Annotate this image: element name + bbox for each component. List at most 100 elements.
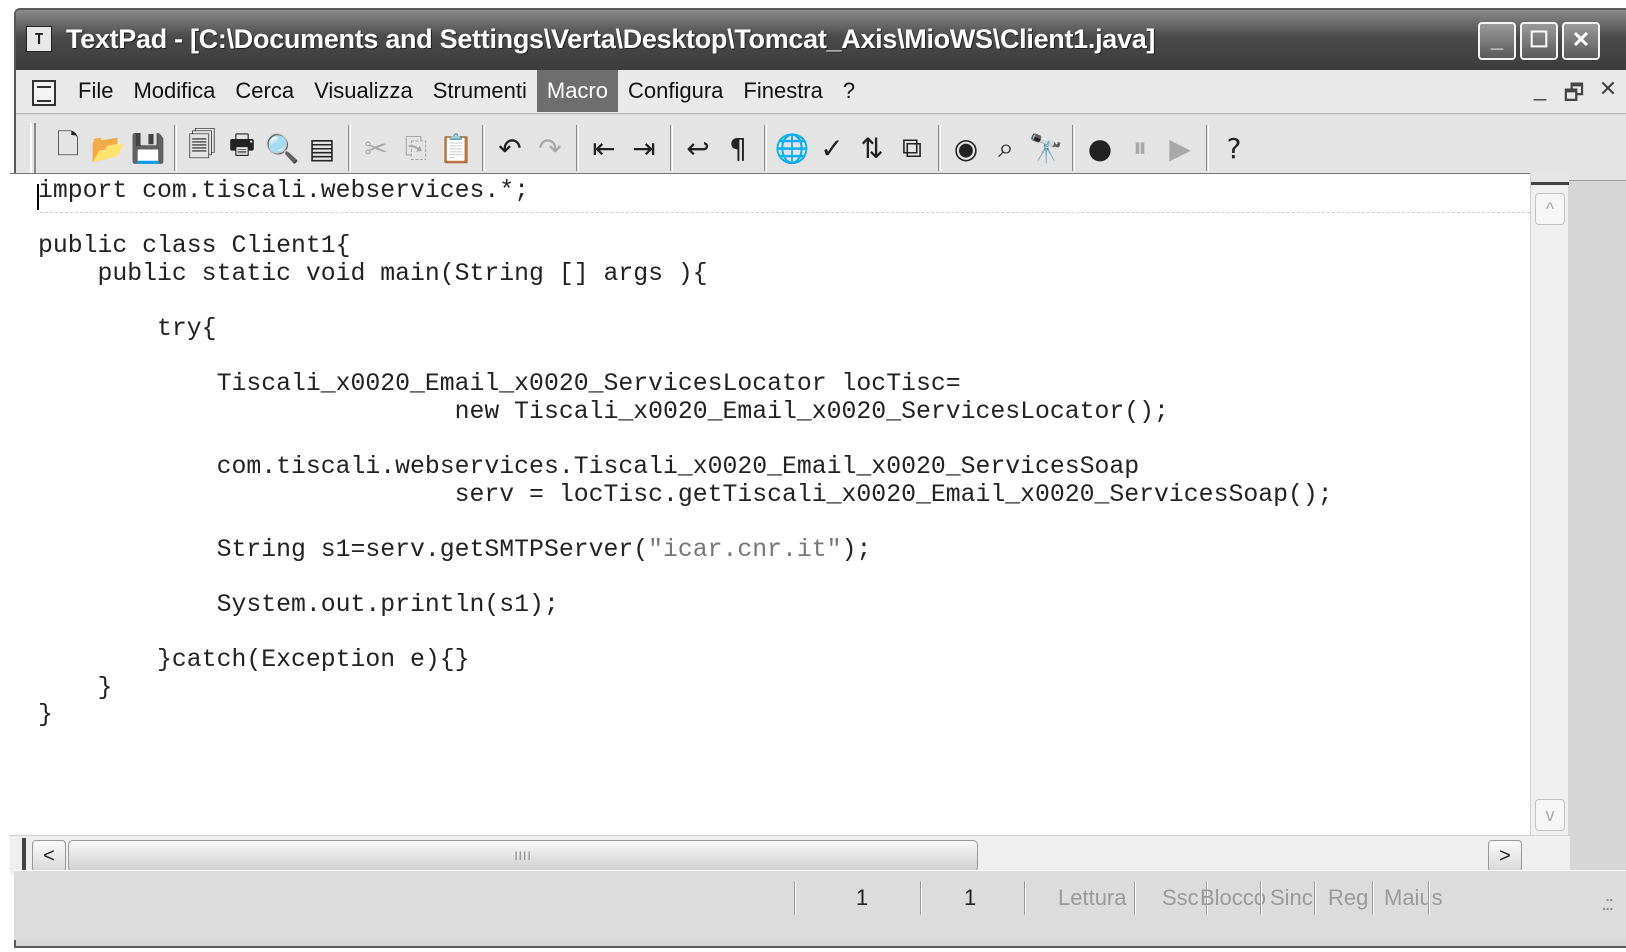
code-line[interactable]: } [38,702,1333,730]
code-line[interactable] [38,620,1333,648]
toolbar-separator [670,125,673,171]
toolbar-group: 🗐 🖶 🔍 ▤ [184,127,344,169]
document-window-controls: _ 🗗 ✕ [1528,76,1620,114]
print-preview-icon[interactable]: 🔍 [264,129,300,167]
toolbar-separator [174,125,177,171]
paragraph-icon[interactable]: ¶ [720,129,756,167]
scroll-left-button[interactable]: < [32,840,66,872]
document-close-button[interactable]: ✕ [1596,76,1620,114]
code-line[interactable] [38,564,1333,592]
scroll-up-button[interactable]: ^ [1535,193,1565,225]
status-flag-sinc: Sinc [1270,885,1313,910]
print-icon[interactable]: 🖶 [224,128,260,167]
menu-item-0[interactable]: File [68,70,123,112]
code-line[interactable]: Tiscali_x0020_Email_x0020_ServicesLocato… [38,371,1333,399]
scroll-down-button[interactable]: v [1535,799,1565,831]
context-help-icon[interactable]: ? [1216,129,1252,167]
word-wrap-icon[interactable]: ↩ [680,129,716,167]
record-macro-icon[interactable]: ● [1082,129,1118,167]
code-line[interactable]: String s1=serv.getSMTPServer("icar.cnr.i… [38,535,1333,565]
compare-files-icon[interactable]: ⧉ [894,129,930,167]
code-text-segment: String s1=serv.getSMTPServer( [38,535,649,564]
textpad-icon[interactable]: T [26,26,52,52]
code-line[interactable] [38,288,1333,316]
save-all-icon[interactable]: 🗐 [184,128,220,167]
code-line[interactable]: }catch(Exception e){} [38,646,1333,675]
document-minimize-button[interactable]: _ [1528,76,1552,114]
toolbar-group: 🗋 📂 💾 [50,127,170,169]
code-line[interactable]: public static void main(String [] args )… [38,260,1333,289]
undo-icon[interactable]: ↶ [492,129,528,167]
split-handle[interactable] [1531,173,1569,185]
toolbar-separator [576,125,579,171]
menu-item-5[interactable]: Macro [536,70,618,112]
find-in-files-icon[interactable]: 🔭 [1028,129,1064,167]
document-restore-button[interactable]: 🗗 [1562,76,1586,114]
paste-icon[interactable]: 📋 [438,129,474,167]
cut-icon[interactable]: ✂ [358,129,394,167]
menu-item-1[interactable]: Modifica [123,70,225,112]
toolbar-separator [482,125,485,171]
code-line[interactable]: public class Client1{ [38,233,1333,261]
title-bar[interactable]: T TextPad - [C:\Documents and Settings\V… [16,10,1626,70]
toolbar-separator [938,125,941,171]
window-title: TextPad - [C:\Documents and Settings\Ver… [66,24,1156,54]
code-line[interactable]: System.out.println(s1); [38,591,1333,620]
unindent-icon[interactable]: ⇤ [586,129,622,167]
editor-area[interactable]: import com.tiscali.webservices.*; public … [10,173,1530,835]
toolbar-group: ? [1216,127,1256,169]
status-separator [1260,881,1262,915]
code-line[interactable]: com.tiscali.webservices.Tiscali_x0020_Em… [38,453,1333,482]
horizontal-scrollbar[interactable]: < IIII > [10,835,1570,875]
minimize-button[interactable]: _ [1478,22,1516,60]
scroll-right-button[interactable]: > [1488,840,1522,872]
play-macro-icon[interactable]: ▶ [1162,129,1198,167]
close-button[interactable]: ✕ [1562,22,1600,60]
toolbar-separator [764,125,767,171]
maximize-button[interactable]: ☐ [1520,22,1558,60]
code-line[interactable] [38,344,1333,372]
code-line[interactable]: serv = locTisc.getTiscali_x0020_Email_x0… [38,481,1333,510]
status-flag-lettura: Lettura [1058,885,1127,910]
horizontal-split-handle[interactable] [22,838,26,874]
menu-item-8[interactable]: ? [833,70,865,112]
code-line[interactable]: try{ [38,315,1333,344]
code-line[interactable]: import com.tiscali.webservices.*; [38,177,1333,206]
code-line[interactable]: } [38,674,1333,703]
menu-item-7[interactable]: Finestra [733,70,832,112]
toolbar-group: ✂ ⎘ 📋 [358,127,478,169]
toolbar: 🗋 📂 💾 🗐 🖶 🔍 ▤ ✂ ⎘ 📋 ↶ ↷ ⇤ ⇥ ↩ ¶ 🌐 ✓ ⇅ ⧉ ◉ ⌕ 🔭 ● ⏸ ▶? [16,115,1626,181]
menu-item-6[interactable]: Configura [618,70,733,112]
document-properties-icon[interactable]: ▤ [304,129,340,167]
toolbar-group: ↶ ↷ [492,127,572,169]
new-document-icon[interactable]: 🗋 [50,128,86,167]
toolbar-separator [348,125,351,171]
copy-icon[interactable]: ⎘ [398,129,434,167]
vertical-scrollbar[interactable]: ^ v [1530,173,1569,835]
status-separator [1134,881,1136,915]
code-line[interactable]: new Tiscali_x0020_Email_x0020_ServicesLo… [38,398,1333,427]
document-icon[interactable] [32,80,56,106]
web-browser-icon[interactable]: 🌐 [774,129,810,167]
status-flag-ssc: Ssc [1162,885,1199,910]
scroll-thumb[interactable]: IIII [68,840,978,872]
pause-macro-icon[interactable]: ⏸ [1122,129,1158,167]
redo-icon[interactable]: ↷ [532,129,568,167]
sort-icon[interactable]: ⇅ [854,129,890,167]
code-line[interactable] [38,426,1333,454]
menu-item-2[interactable]: Cerca [225,70,304,112]
menu-item-3[interactable]: Visualizza [304,70,423,112]
resize-grip[interactable]: .:: [1601,893,1614,916]
code-text[interactable]: import com.tiscali.webservices.*; public … [38,177,1333,730]
indent-icon[interactable]: ⇥ [626,129,662,167]
view-icon[interactable]: ◉ [948,129,984,167]
code-line[interactable] [38,206,1333,234]
save-icon[interactable]: 💾 [130,129,166,167]
find-replace-icon[interactable]: ⌕ [988,129,1024,167]
menu-item-4[interactable]: Strumenti [423,70,537,112]
status-separator [1372,881,1374,915]
toolbar-grip[interactable] [30,123,36,173]
open-folder-icon[interactable]: 📂 [90,129,126,167]
code-line[interactable] [38,509,1333,537]
spelling-icon[interactable]: ✓ [814,129,850,167]
